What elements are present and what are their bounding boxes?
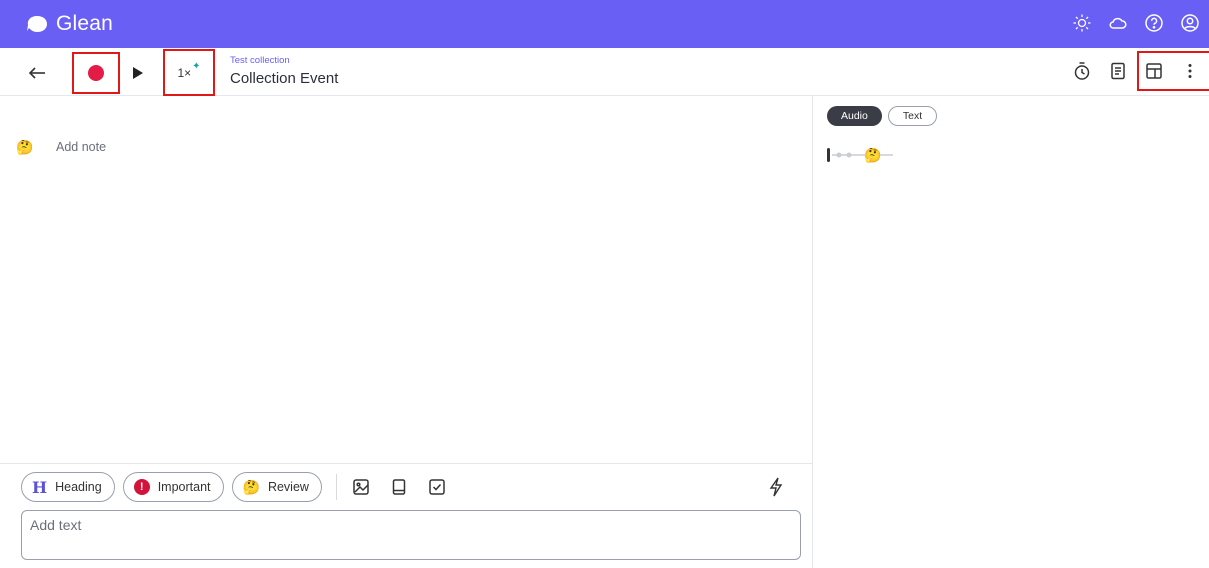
heading-chip[interactable]: H Heading	[21, 472, 115, 502]
account-icon[interactable]	[1179, 12, 1201, 34]
cloud-icon[interactable]	[1107, 12, 1129, 34]
important-chip[interactable]: ! Important	[122, 472, 224, 502]
timer-icon[interactable]	[1071, 60, 1093, 82]
menu-highlight	[1137, 51, 1209, 91]
sun-icon[interactable]	[1071, 12, 1093, 34]
logo-icon	[27, 16, 47, 32]
speed-highlight	[163, 49, 215, 96]
heading-icon: H	[32, 477, 48, 497]
image-icon[interactable]	[351, 477, 371, 497]
pane-divider	[812, 96, 813, 568]
tab-text[interactable]: Text	[887, 106, 938, 126]
page-title: Collection Event	[230, 70, 339, 87]
view-toggle: Audio Text	[827, 106, 943, 126]
review-emoji-icon: 🤔	[242, 478, 260, 495]
review-chip[interactable]: 🤔 Review	[231, 472, 322, 502]
lightning-icon[interactable]	[766, 477, 786, 497]
checkbox-icon[interactable]	[427, 477, 447, 497]
heading-chip-label: Heading	[55, 480, 102, 494]
important-icon: !	[133, 479, 150, 495]
arrow-left-icon[interactable]	[24, 60, 50, 86]
app-name: Glean	[56, 12, 114, 35]
breadcrumb[interactable]: Test collection	[230, 55, 290, 66]
add-text-input[interactable]	[21, 510, 801, 560]
composer-divider	[0, 463, 812, 464]
review-chip-label: Review	[267, 480, 309, 494]
composer-actions: H Heading ! Important 🤔 Review	[21, 472, 465, 502]
play-icon[interactable]	[131, 64, 145, 82]
add-note-row[interactable]: 🤔 Add note	[16, 138, 106, 156]
document-icon[interactable]	[1107, 60, 1129, 82]
record-highlight	[72, 52, 120, 94]
book-icon[interactable]	[389, 477, 409, 497]
add-note-label: Add note	[56, 140, 107, 154]
timeline-emoji-icon: 🤔	[864, 147, 882, 163]
important-chip-label: Important	[157, 480, 211, 494]
audio-timeline[interactable]: 🤔	[827, 146, 907, 164]
help-icon[interactable]	[1143, 12, 1165, 34]
tab-audio[interactable]: Audio	[827, 106, 882, 126]
app-header: Glean	[0, 0, 1209, 48]
thinking-emoji-icon: 🤔	[16, 139, 34, 155]
chip-divider	[335, 474, 337, 500]
app-logo[interactable]: Glean	[26, 12, 113, 36]
